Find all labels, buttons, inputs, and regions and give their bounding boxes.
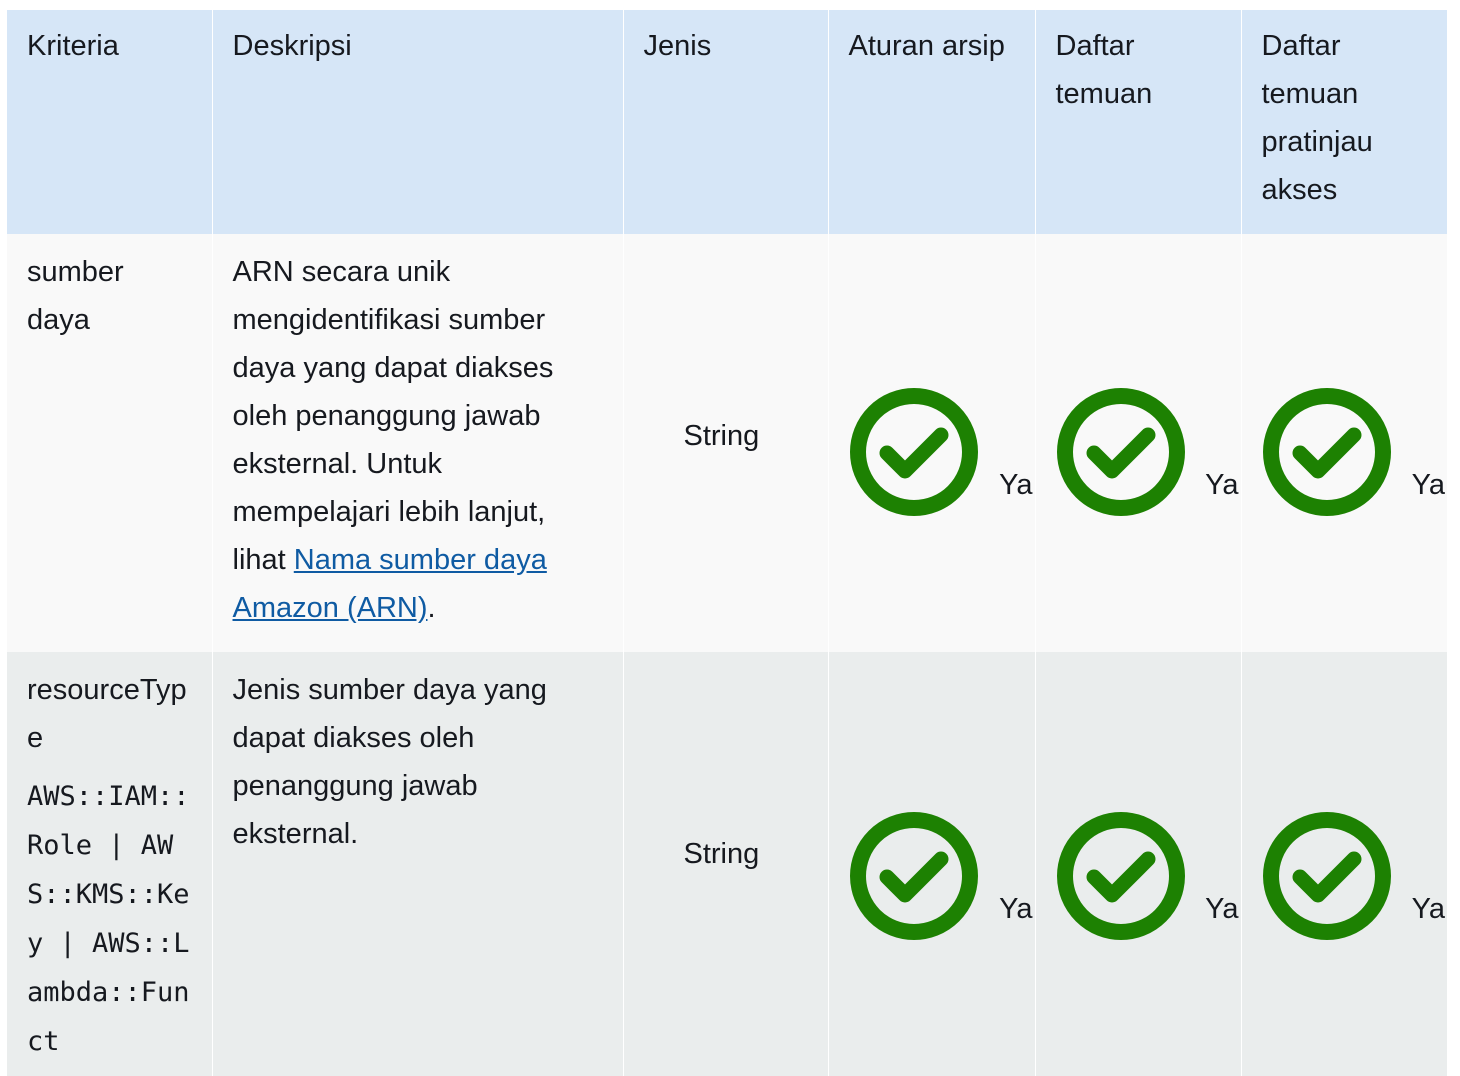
table-row: sumber daya ARN secara unik mengidentifi…: [7, 234, 1447, 652]
yes-label: Ya: [1411, 893, 1445, 925]
description-cell: Jenis sumber daya yang dapat diakses ole…: [212, 652, 624, 1076]
description-text: Jenis sumber daya yang dapat diakses ole…: [232, 674, 547, 850]
type-value: String: [683, 420, 760, 452]
header-access-preview-findings: Daftar temuan pratinjau akses: [1261, 30, 1373, 206]
criteria-cell: sumber daya: [7, 234, 213, 652]
description-tail: .: [427, 592, 436, 624]
criteria-table: Kriteria Deskripsi Jenis Aturan arsip Da…: [7, 10, 1447, 1076]
check-circle-icon: [849, 388, 978, 516]
criteria-name: sumber daya: [27, 256, 124, 336]
type-value: String: [683, 838, 760, 870]
header-findings-list: Daftar temuan: [1035, 10, 1242, 234]
header-criteria: Kriteria: [7, 10, 213, 234]
yes-label: Ya: [999, 893, 1033, 925]
check-circle-icon: [1262, 388, 1391, 516]
access-preview-cell: Ya: [1241, 652, 1447, 1076]
archive-rules-cell: Ya: [828, 234, 1036, 652]
page: Kriteria Deskripsi Jenis Aturan arsip Da…: [0, 0, 1460, 1076]
check-circle-icon: [1262, 812, 1391, 940]
yes-label: Ya: [1205, 469, 1239, 501]
yes-label: Ya: [999, 469, 1033, 501]
check-circle-icon: [1056, 812, 1185, 940]
description-cell: ARN secara unik mengidentifikasi sumber …: [212, 234, 624, 652]
check-circle-icon: [1056, 388, 1185, 516]
findings-list-cell: Ya: [1035, 234, 1242, 652]
yes-label: Ya: [1205, 893, 1239, 925]
criteria-name: resourceType: [27, 674, 187, 754]
archive-rules-cell: Ya: [828, 652, 1036, 1076]
criteria-code: AWS::IAM::Role | AWS::KMS::Key | AWS::La…: [27, 781, 190, 1057]
description-text: ARN secara unik mengidentifikasi sumber …: [232, 256, 554, 576]
table-header-row: Kriteria Deskripsi Jenis Aturan arsip Da…: [7, 10, 1447, 234]
header-type: Jenis: [623, 10, 829, 234]
table-row: resourceType AWS::IAM::Role | AWS::KMS::…: [7, 652, 1447, 1076]
access-preview-cell: Ya: [1241, 234, 1447, 652]
check-circle-icon: [849, 812, 978, 940]
criteria-cell: resourceType AWS::IAM::Role | AWS::KMS::…: [7, 652, 213, 1076]
findings-list-cell: Ya: [1035, 652, 1242, 1076]
header-description: Deskripsi: [212, 10, 624, 234]
type-cell: String: [623, 234, 829, 652]
type-cell: String: [623, 652, 829, 1076]
header-archive-rules: Aturan arsip: [828, 10, 1036, 234]
yes-label: Ya: [1411, 469, 1445, 501]
